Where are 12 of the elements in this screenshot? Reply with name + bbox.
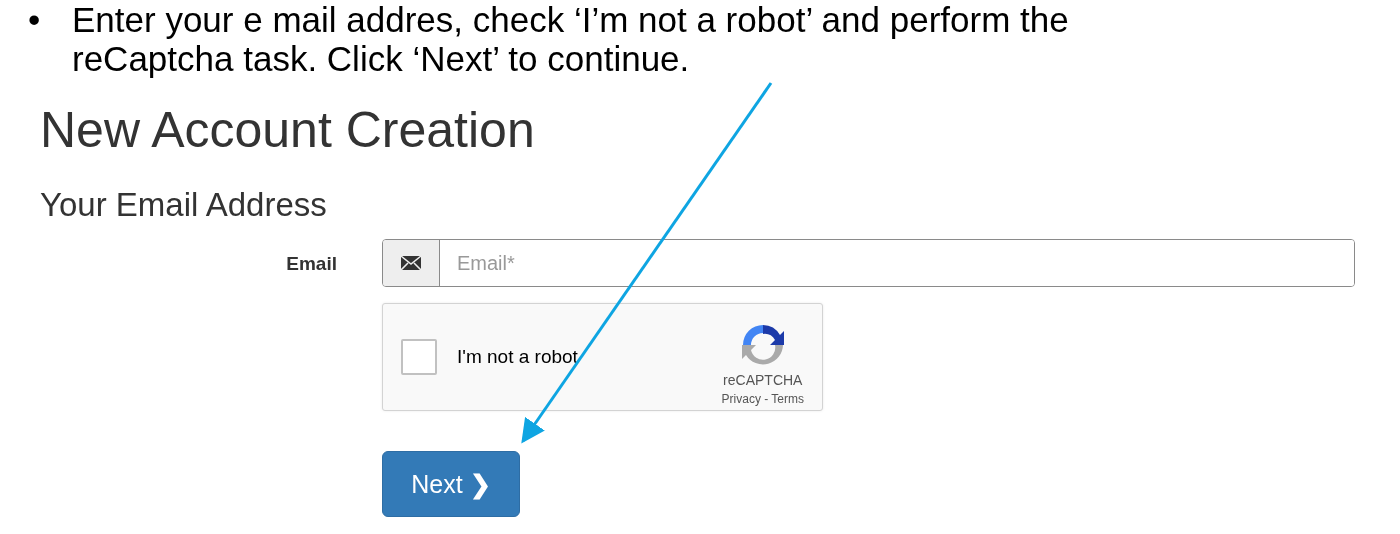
- page-title: New Account Creation: [40, 101, 536, 160]
- recaptcha-brand: reCAPTCHA: [723, 372, 803, 388]
- email-input-group[interactable]: Email*: [382, 239, 1355, 287]
- privacy-terms-links[interactable]: Privacy - Terms: [721, 392, 804, 406]
- captcha-checkbox[interactable]: [401, 339, 437, 375]
- instruction-text: Enter your e mail addres, check ‘I’m not a robot’ and perform the reCaptcha task. Click ‘Next’ to continue.: [72, 0, 1070, 78]
- envelope-icon: [383, 240, 440, 286]
- email-label: Email: [286, 253, 337, 275]
- section-heading: Your Email Address: [40, 185, 328, 225]
- next-button[interactable]: Next ❯: [382, 451, 520, 517]
- bullet: •: [28, 0, 42, 41]
- captcha-label: I'm not a robot: [457, 346, 579, 368]
